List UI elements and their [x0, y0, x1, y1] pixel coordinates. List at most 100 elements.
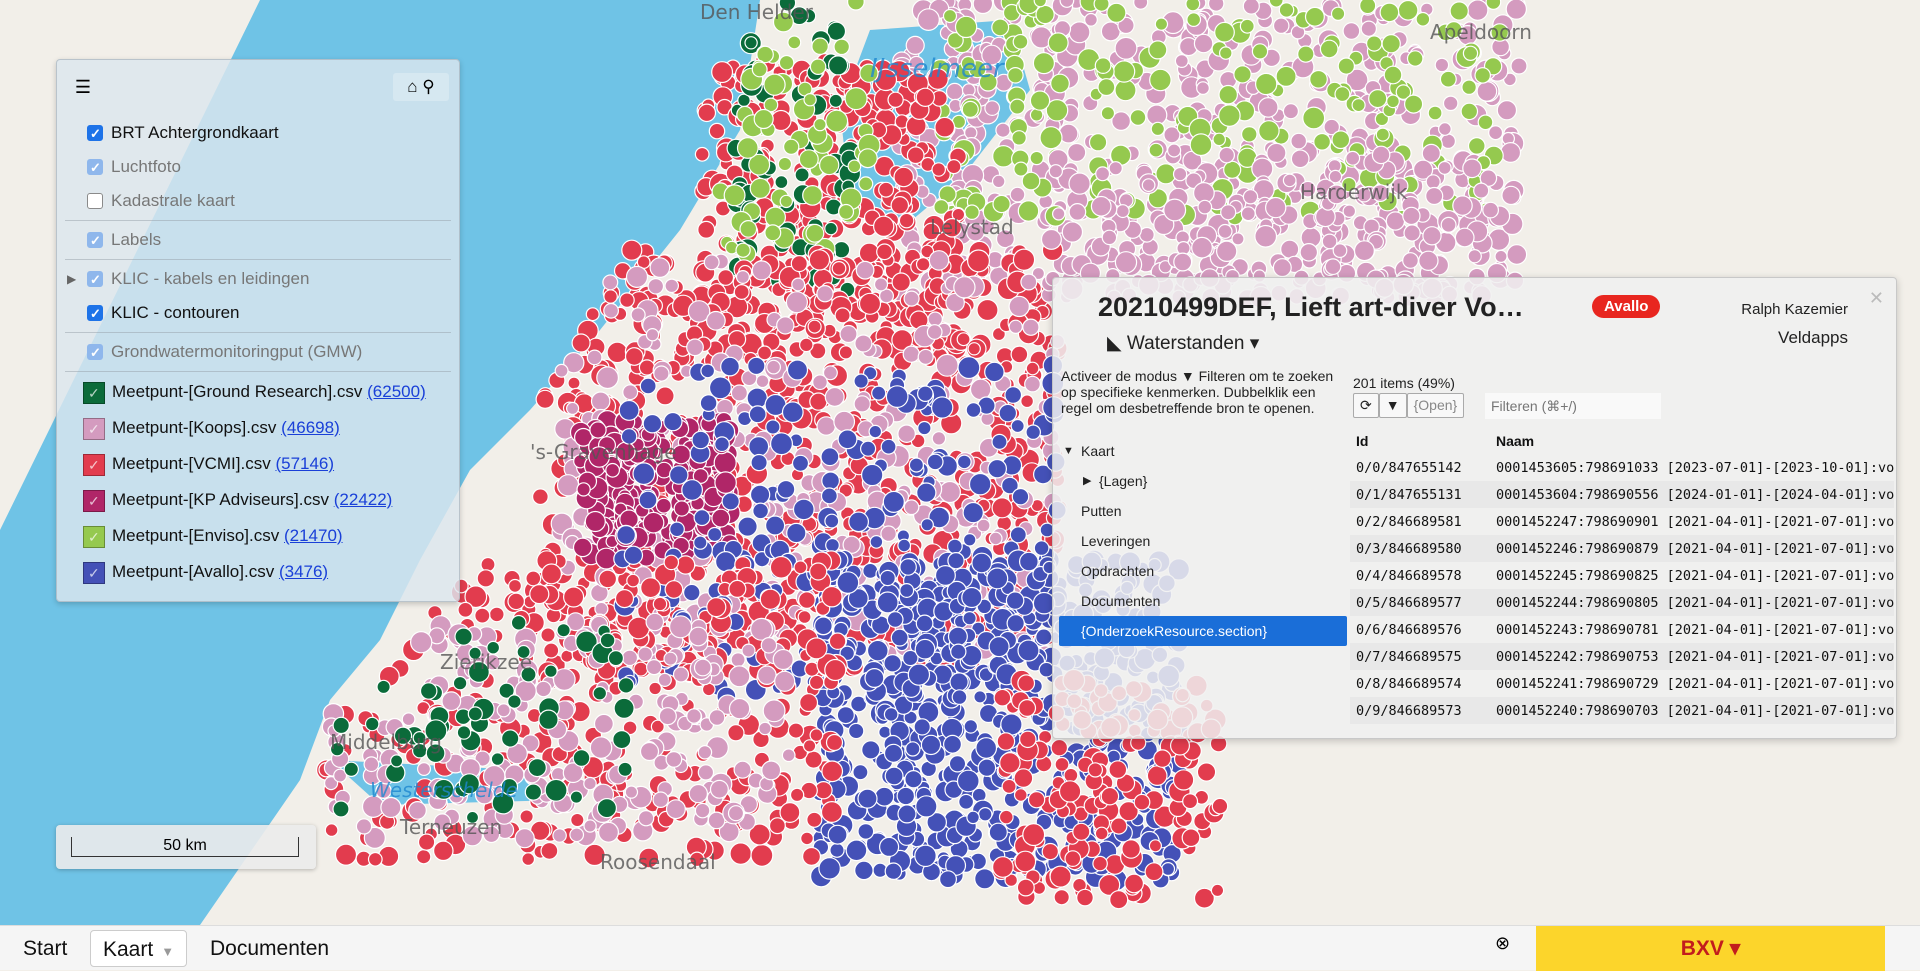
- measurement-point[interactable]: [706, 596, 727, 618]
- measurement-point[interactable]: [917, 348, 934, 365]
- measurement-point[interactable]: [569, 827, 585, 843]
- measurement-point[interactable]: [878, 836, 900, 858]
- layer-row[interactable]: Grondwatermonitoringput (GMW): [57, 335, 459, 370]
- layer-checkbox[interactable]: [87, 224, 103, 258]
- measurement-point[interactable]: [1029, 150, 1044, 166]
- measurement-point[interactable]: [781, 748, 796, 763]
- measurement-point[interactable]: [649, 257, 671, 279]
- measurement-point[interactable]: [749, 484, 771, 505]
- measurement-point[interactable]: [845, 839, 868, 862]
- measurement-point[interactable]: [869, 535, 884, 549]
- measurement-point[interactable]: [1425, 174, 1441, 190]
- measurement-point[interactable]: [1133, 0, 1149, 10]
- measurement-point[interactable]: [673, 500, 691, 517]
- measurement-point[interactable]: [1379, 2, 1400, 23]
- measurement-point[interactable]: [1242, 189, 1259, 205]
- measurement-point[interactable]: [664, 580, 684, 599]
- measurement-point[interactable]: [452, 675, 468, 691]
- column-header-id[interactable]: Id: [1350, 428, 1490, 454]
- open-button[interactable]: {Open}: [1406, 393, 1465, 418]
- measurement-point[interactable]: [1050, 73, 1070, 94]
- measurement-point[interactable]: [818, 857, 841, 880]
- measurement-point[interactable]: [884, 766, 904, 786]
- measurement-point[interactable]: [1032, 51, 1056, 75]
- measurement-point[interactable]: [883, 743, 904, 763]
- measurement-point[interactable]: [1185, 0, 1201, 12]
- measurement-point[interactable]: [1153, 749, 1172, 768]
- measurement-point[interactable]: [991, 497, 1013, 519]
- measurement-point[interactable]: [585, 307, 600, 322]
- measurement-point[interactable]: [893, 166, 914, 188]
- measurement-point[interactable]: [954, 15, 978, 39]
- measurement-point[interactable]: [1008, 319, 1023, 334]
- measurement-point[interactable]: [1008, 295, 1030, 318]
- measurement-point[interactable]: [730, 652, 746, 668]
- measurement-point[interactable]: [729, 842, 752, 865]
- measurement-point[interactable]: [1422, 226, 1442, 246]
- measurement-point[interactable]: [876, 591, 899, 614]
- measurement-point[interactable]: [637, 810, 655, 827]
- measurement-point[interactable]: [1383, 65, 1403, 85]
- measurement-point[interactable]: [763, 73, 786, 96]
- measurement-point[interactable]: [410, 631, 433, 654]
- measurement-point[interactable]: [786, 522, 807, 544]
- measurement-point[interactable]: [854, 334, 873, 353]
- measurement-point[interactable]: [1427, 105, 1443, 121]
- measurement-point[interactable]: [1254, 224, 1278, 248]
- measurement-point[interactable]: [1058, 780, 1082, 803]
- measurement-point[interactable]: [998, 403, 1018, 423]
- measurement-point[interactable]: [1282, 103, 1300, 120]
- measurement-point[interactable]: [728, 697, 751, 720]
- measurement-point[interactable]: [946, 159, 962, 175]
- measurement-point[interactable]: [663, 554, 680, 571]
- measurement-point[interactable]: [942, 8, 958, 24]
- measurement-point[interactable]: [1297, 45, 1315, 63]
- measurement-point[interactable]: [1148, 839, 1163, 853]
- measurement-point[interactable]: [693, 535, 708, 550]
- measurement-point[interactable]: [1061, 221, 1084, 243]
- measurement-point[interactable]: [1381, 33, 1401, 54]
- measurement-point[interactable]: [624, 785, 639, 799]
- measurement-point[interactable]: [1166, 143, 1182, 158]
- measurement-point[interactable]: [984, 361, 1005, 383]
- measurement-point[interactable]: [800, 831, 814, 846]
- measurement-point[interactable]: [594, 601, 609, 617]
- measurement-point[interactable]: [966, 249, 990, 273]
- measurement-point[interactable]: [897, 538, 912, 553]
- measurement-point[interactable]: [736, 137, 759, 159]
- measurement-point[interactable]: [529, 583, 550, 605]
- measurement-point[interactable]: [873, 277, 889, 292]
- measurement-point[interactable]: [935, 353, 959, 377]
- measurement-point[interactable]: [1019, 730, 1037, 749]
- measurement-point[interactable]: [1174, 53, 1189, 68]
- measurement-point[interactable]: [1440, 216, 1457, 233]
- measurement-point[interactable]: [914, 844, 937, 868]
- measurement-point[interactable]: [700, 363, 716, 379]
- tab-documenten[interactable]: Documenten: [210, 930, 329, 967]
- table-row[interactable]: 0/7/846689575 0001452242:798690753 [2021-…: [1350, 643, 1895, 670]
- tree-item-opdrachten[interactable]: Opdrachten: [1059, 556, 1347, 586]
- measurement-point[interactable]: [819, 154, 840, 176]
- measurement-point[interactable]: [1092, 855, 1108, 872]
- layer-checkbox[interactable]: [87, 193, 103, 209]
- measurement-point[interactable]: [920, 518, 934, 532]
- measurement-point[interactable]: [521, 852, 536, 866]
- measurement-point[interactable]: [524, 783, 543, 801]
- measurement-point[interactable]: [973, 690, 987, 704]
- measurement-point[interactable]: [714, 436, 730, 453]
- measurement-point[interactable]: [1101, 229, 1118, 246]
- measurement-point[interactable]: [1242, 0, 1260, 15]
- measurement-point[interactable]: [934, 564, 956, 586]
- measurement-point[interactable]: [839, 324, 858, 344]
- measurement-point[interactable]: [584, 510, 606, 533]
- measurement-point[interactable]: [809, 728, 824, 742]
- measurement-point[interactable]: [833, 410, 856, 433]
- measurement-point[interactable]: [467, 706, 483, 722]
- measurement-point[interactable]: [476, 569, 495, 588]
- measurement-point[interactable]: [821, 760, 844, 783]
- measurement-point[interactable]: [998, 809, 1014, 825]
- measurement-point[interactable]: [454, 627, 473, 646]
- measurement-point[interactable]: [905, 35, 925, 56]
- measurement-point[interactable]: [1331, 130, 1351, 150]
- measurement-point[interactable]: [760, 636, 778, 654]
